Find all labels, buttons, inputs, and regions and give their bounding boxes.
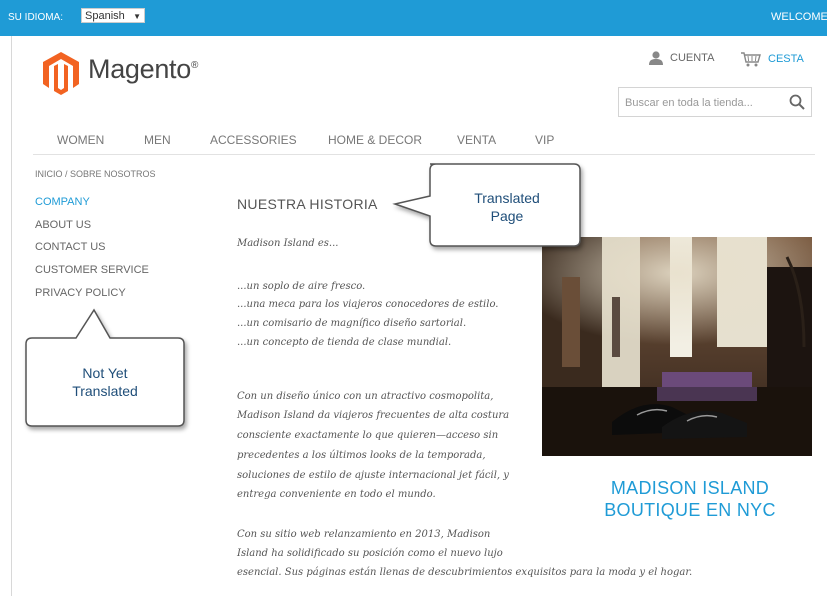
- story-line: Con un diseño único con un atractivo cos…: [237, 391, 494, 402]
- logo-wordmark: Magento: [88, 54, 191, 84]
- story-line: ...un concepto de tienda de clase mundia…: [237, 337, 452, 348]
- magento-logo-text[interactable]: Magento®: [88, 54, 198, 85]
- not-translated-callout-text: Not Yet Translated: [30, 364, 180, 400]
- nav-item-home-decor[interactable]: HOME & DECOR: [328, 133, 422, 147]
- cart-icon: [741, 52, 761, 67]
- story-line: soluciones de estilo de ajuste internaci…: [237, 470, 509, 481]
- translated-callout-line2: Page: [490, 208, 524, 224]
- story-line: entrega conveniente en todo el mundo.: [237, 489, 436, 500]
- story-line: Madison Island es...: [237, 238, 339, 249]
- search-box: [618, 87, 812, 118]
- nav-item-venta[interactable]: VENTA: [457, 133, 496, 147]
- welcome-message: WELCOME: [771, 11, 827, 23]
- boutique-photo: [542, 237, 812, 456]
- story-line: precedentes a los últimos looks de la te…: [237, 450, 486, 461]
- chevron-down-icon: ▼: [133, 12, 141, 21]
- nav-item-women[interactable]: WOMEN: [57, 133, 104, 147]
- logo-registered-mark: ®: [190, 60, 199, 71]
- language-select[interactable]: Spanish ▼: [81, 8, 145, 23]
- search-input[interactable]: [619, 88, 787, 118]
- top-bar: SU IDIOMA: Spanish ▼ WELCOME: [0, 0, 827, 36]
- breadcrumb[interactable]: INICIO / SOBRE NOSOTROS: [35, 169, 156, 179]
- boutique-heading[interactable]: MADISON ISLAND BOUTIQUE EN NYC: [542, 477, 827, 521]
- nav-item-vip[interactable]: VIP: [535, 133, 554, 147]
- story-line: Madison Island da viajeros frecuentes de…: [237, 410, 510, 421]
- not-translated-callout-line1: Not Yet: [82, 365, 128, 381]
- story-line: ...una meca para los viajeros conocedore…: [237, 299, 499, 310]
- story-line: consciente exactamente lo que quieren—ac…: [237, 430, 499, 441]
- user-icon: [649, 51, 663, 65]
- cart-link[interactable]: CESTA: [740, 51, 804, 67]
- language-label: SU IDIOMA:: [8, 12, 64, 23]
- account-label: CUENTA: [670, 52, 715, 64]
- cart-label: CESTA: [768, 53, 804, 65]
- not-translated-callout-line2: Translated: [72, 383, 138, 399]
- story-line: esencial. Sus páginas están llenas de de…: [237, 567, 693, 578]
- search-icon[interactable]: [789, 94, 805, 110]
- language-select-value: Spanish: [85, 10, 125, 22]
- boutique-heading-line1: MADISON ISLAND: [610, 478, 770, 498]
- page-border: [11, 36, 12, 596]
- sidebar-item-privacy-policy[interactable]: PRIVACY POLICY: [35, 287, 126, 299]
- translated-page-callout-text: Translated Page: [432, 189, 582, 225]
- translated-callout-line1: Translated: [474, 190, 540, 206]
- magento-logo-icon[interactable]: [42, 51, 80, 95]
- sidebar-item-company[interactable]: COMPANY: [35, 196, 90, 208]
- nav-divider: [33, 154, 815, 155]
- story-line: Island ha solidificado su posición como …: [237, 548, 503, 559]
- sidebar-item-contact-us[interactable]: CONTACT US: [35, 241, 106, 253]
- story-line: Con su sitio web relanzamiento en 2013, …: [237, 529, 491, 540]
- account-link[interactable]: CUENTA: [648, 51, 714, 65]
- nav-item-accessories[interactable]: ACCESSORIES: [210, 133, 297, 147]
- sidebar-item-customer-service[interactable]: CUSTOMER SERVICE: [35, 264, 149, 276]
- story-line: ...un soplo de aire fresco.: [237, 281, 366, 292]
- nav-item-men[interactable]: MEN: [144, 133, 171, 147]
- sidebar-item-about-us[interactable]: ABOUT US: [35, 219, 91, 231]
- page-title: NUESTRA HISTORIA: [237, 196, 378, 212]
- boutique-heading-line2: BOUTIQUE EN NYC: [604, 500, 776, 520]
- story-line: ...un comisario de magnífico diseño sart…: [237, 318, 467, 329]
